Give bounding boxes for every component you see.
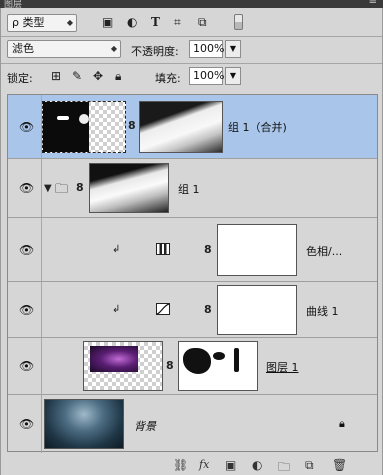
panel-titlebar: 图层 ≡ [0, 0, 383, 10]
opacity-input[interactable]: 100% [189, 40, 224, 58]
folder-icon[interactable]: 🗀 [278, 458, 290, 475]
eye-icon[interactable]: 👁︎ [19, 359, 34, 373]
eye-icon[interactable]: 👁︎ [19, 417, 34, 431]
mask-thumbnail [217, 285, 297, 335]
eye-icon[interactable]: 👁︎ [19, 181, 34, 195]
opacity-label: 不透明度: [131, 45, 179, 58]
visibility-toggle[interactable]: 👁︎ [8, 395, 42, 453]
fill-input[interactable]: 100% [189, 67, 224, 85]
lock-all-icon[interactable]: 🔒︎ [115, 69, 121, 84]
smartobject-filter-icon[interactable]: ⧉ [198, 15, 207, 30]
layer-row[interactable]: 👁︎ 8 组 1（合并) [8, 95, 377, 159]
mask-thumbnail [178, 341, 258, 391]
visibility-toggle[interactable]: 👁︎ [8, 159, 42, 217]
eye-icon[interactable]: 👁︎ [19, 120, 34, 134]
mask-thumbnail [217, 224, 297, 276]
chevron-down-icon: ◆ [66, 18, 73, 27]
panel-menu-icon[interactable]: ≡ [369, 0, 377, 7]
adjustment-filter-icon[interactable]: ◐ [127, 15, 137, 29]
blend-mode-label: 滤色 [12, 42, 34, 55]
layers-panel: ρ 类型 ◆ ▣ ◐ T ⌗ ⧉ 滤色 ◆ 不透明度: 100% ▼ 锁定: ⊞… [0, 8, 383, 475]
layers-footer: ⛓ fx ▣ ◐ 🗀 ⧉ 🗑︎ [1, 456, 382, 475]
lock-icon: 🔒︎ [339, 417, 345, 430]
layer-thumbnail [83, 341, 163, 391]
hue-saturation-icon [156, 243, 170, 255]
image-filter-icon[interactable]: ▣ [102, 15, 113, 29]
layer-thumbnail [42, 101, 126, 153]
layer-name[interactable]: 组 1（合并) [228, 119, 287, 135]
layer-row[interactable]: 👁︎ 8 图层 1 [8, 338, 377, 395]
shape-filter-icon[interactable]: ⌗ [174, 15, 181, 30]
layer-row[interactable]: 👁︎ ↲ 8 色相/... [8, 218, 377, 282]
eye-icon[interactable]: 👁︎ [19, 243, 34, 257]
expand-triangle-icon[interactable]: ▼ [44, 183, 52, 194]
filter-kind-label: 类型 [22, 16, 45, 29]
filter-kind-select[interactable]: ρ 类型 ◆ [7, 14, 77, 32]
visibility-toggle[interactable]: 👁︎ [8, 218, 42, 281]
layer-name[interactable]: 曲线 1 [306, 303, 339, 319]
mask-thumbnail [139, 101, 223, 153]
opacity-dropdown[interactable]: ▼ [225, 40, 241, 58]
search-icon: ρ [12, 16, 19, 29]
filter-toggle[interactable] [234, 14, 243, 30]
layer-row[interactable]: 👁︎ ▼ 🗀 8 组 1 [8, 159, 377, 218]
divider [1, 36, 382, 37]
layer-name[interactable]: 色相/... [306, 243, 342, 259]
link-icon[interactable]: 8 [128, 119, 136, 132]
mask-icon[interactable]: ▣ [225, 458, 236, 472]
fx-icon[interactable]: fx [199, 458, 209, 471]
link-icon[interactable]: 8 [204, 303, 212, 316]
lock-move-icon[interactable]: ✥ [93, 69, 103, 83]
clipping-icon: ↲ [112, 244, 121, 255]
fill-label: 填充: [155, 72, 181, 85]
link-icon[interactable]: 8 [76, 181, 84, 194]
trash-icon[interactable]: 🗑︎ [332, 458, 347, 472]
layer-row[interactable]: 👁︎ 背景 🔒︎ [8, 395, 377, 453]
mask-thumbnail [89, 163, 169, 213]
visibility-toggle[interactable]: 👁︎ [8, 282, 42, 337]
divider [1, 63, 382, 64]
fill-dropdown[interactable]: ▼ [225, 67, 241, 85]
link-icon[interactable]: 8 [166, 359, 174, 372]
filter-row: ρ 类型 ◆ ▣ ◐ T ⌗ ⧉ [7, 14, 377, 32]
chevron-down-icon: ◆ [110, 44, 117, 53]
blend-mode-select[interactable]: 滤色 ◆ [7, 40, 121, 58]
type-filter-icon[interactable]: T [151, 15, 160, 29]
folder-icon: 🗀 [55, 182, 69, 197]
layer-name[interactable]: 组 1 [178, 181, 200, 197]
adjustment-icon[interactable]: ◐ [252, 458, 262, 472]
new-layer-icon[interactable]: ⧉ [305, 458, 314, 473]
eye-icon[interactable]: 👁︎ [19, 303, 34, 317]
curves-icon [156, 303, 170, 315]
link-icon[interactable]: ⛓ [173, 458, 188, 472]
layer-row[interactable]: 👁︎ ↲ 8 曲线 1 [8, 282, 377, 338]
lock-transparent-icon[interactable]: ⊞ [51, 69, 61, 83]
visibility-toggle[interactable]: 👁︎ [8, 338, 42, 394]
layer-name[interactable]: 图层 1 [266, 359, 299, 375]
lock-paint-icon[interactable]: ✎ [72, 69, 82, 83]
layer-thumbnail [44, 399, 124, 449]
clipping-icon: ↲ [112, 304, 121, 315]
lock-label: 锁定: [7, 72, 33, 85]
layer-name[interactable]: 背景 [134, 418, 156, 434]
link-icon[interactable]: 8 [204, 243, 212, 256]
visibility-toggle[interactable]: 👁︎ [8, 95, 42, 158]
layers-list: 👁︎ 8 组 1（合并) 👁︎ ▼ 🗀 8 组 1 👁︎ ↲ 8 色相/... … [7, 94, 378, 453]
